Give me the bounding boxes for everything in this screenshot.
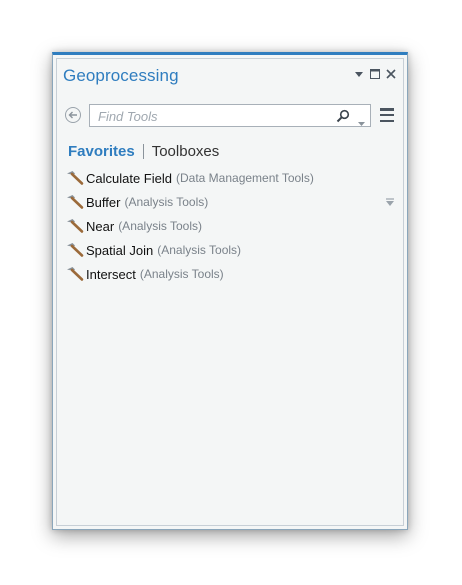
close-icon[interactable]	[385, 68, 397, 80]
pane-title: Geoprocessing	[63, 66, 179, 85]
toolbox-name: (Analysis Tools)	[124, 195, 209, 209]
find-tools-box	[89, 104, 371, 127]
list-item-intersect[interactable]: Intersect (Analysis Tools)	[66, 262, 397, 286]
list-item-spatial-join[interactable]: Spatial Join (Analysis Tools)	[66, 238, 397, 262]
pin-icon[interactable]	[385, 198, 395, 207]
tab-toolboxes[interactable]: Toolboxes	[152, 143, 220, 160]
toolbox-name: (Analysis Tools)	[139, 267, 224, 281]
menu-icon[interactable]	[380, 108, 394, 122]
search-icon[interactable]	[336, 109, 350, 123]
tool-name: Near	[86, 218, 115, 234]
favorites-list: Calculate Field (Data Management Tools) …	[66, 166, 397, 286]
tab-separator	[142, 144, 144, 159]
geoprocessing-pane: Geoprocessing Favorites	[52, 52, 408, 530]
tool-name: Spatial Join	[86, 242, 154, 258]
hammer-icon	[67, 219, 84, 233]
back-arrow-icon[interactable]	[65, 107, 81, 123]
maximize-icon[interactable]	[369, 68, 381, 80]
toolbox-name: (Analysis Tools)	[118, 219, 202, 233]
tab-favorites[interactable]: Favorites	[68, 143, 135, 160]
hammer-icon	[67, 267, 84, 281]
hammer-icon	[67, 243, 84, 257]
hammer-icon	[67, 171, 84, 185]
toolbox-name: (Data Management Tools)	[176, 171, 314, 185]
hammer-icon	[67, 195, 84, 209]
list-item-near[interactable]: Near (Analysis Tools)	[66, 214, 397, 238]
toolbox-name: (Analysis Tools)	[157, 243, 242, 257]
window-controls	[353, 68, 397, 80]
tool-name: Intersect	[86, 266, 136, 282]
list-item-buffer[interactable]: Buffer (Analysis Tools)	[66, 190, 397, 214]
auto-hide-dropdown-icon[interactable]	[353, 68, 365, 80]
list-item-calculate-field[interactable]: Calculate Field (Data Management Tools)	[66, 166, 397, 190]
search-options-dropdown-icon[interactable]	[358, 114, 365, 126]
tool-name: Buffer	[86, 194, 121, 210]
view-tabs: Favorites Toolboxes	[68, 143, 219, 160]
tool-name: Calculate Field	[86, 170, 172, 186]
search-row	[63, 104, 399, 128]
pane-frame	[56, 58, 404, 526]
find-tools-input[interactable]	[96, 107, 330, 126]
